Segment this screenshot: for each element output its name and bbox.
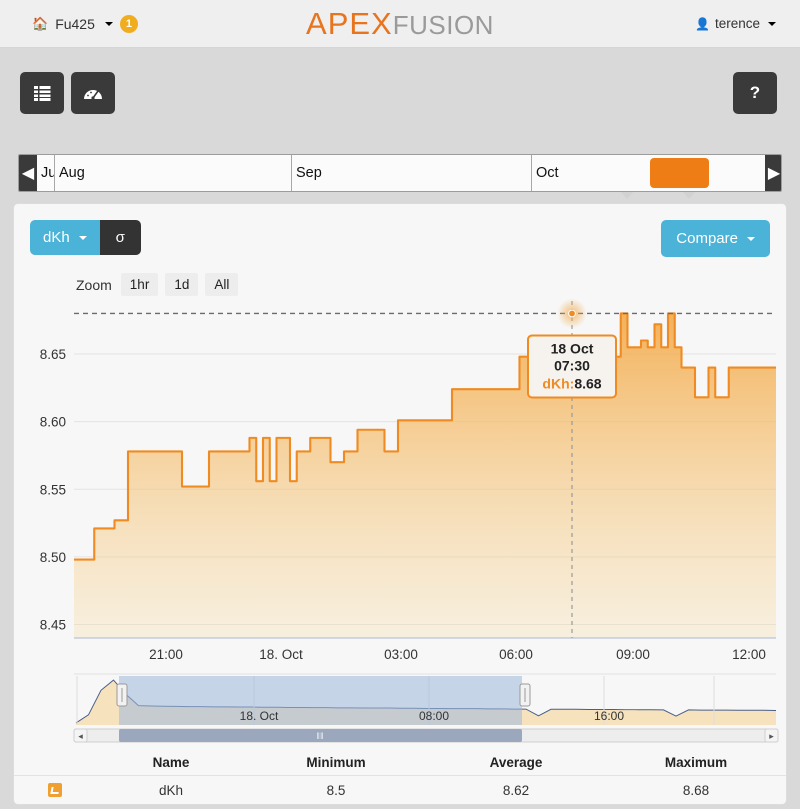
navigator-tick-label: 18. Oct — [240, 709, 279, 723]
navigator-scrollbar: ‖‖ ◂ ▸ — [73, 728, 779, 743]
y-axis-tick-label: 8.50 — [40, 550, 66, 565]
x-axis-tick-label: 06:00 — [499, 647, 533, 662]
timeline-segment-label: Oct — [536, 165, 559, 181]
list-icon — [33, 85, 51, 101]
header-minimum: Minimum — [306, 754, 366, 770]
aquarium-name: Fu425 — [55, 15, 95, 32]
timeline-segment-label: Sep — [296, 165, 322, 181]
x-axis-tick-label: 12:00 — [732, 647, 766, 662]
row-minimum: 8.5 — [326, 782, 346, 798]
top-navbar: 🏠 Fu425 1 APEXFUSION 👤 terence — [0, 0, 800, 48]
timeline-next-button[interactable]: ▶ — [765, 155, 781, 191]
tooltip-metric: dKh: — [542, 375, 574, 391]
table-row[interactable]: dKh 8.5 8.62 8.68 — [14, 776, 786, 804]
x-axis-tick-label: 21:00 — [149, 647, 183, 662]
help-button[interactable]: ? — [733, 72, 777, 114]
tooltip-value-row: dKh:8.68 — [542, 375, 601, 391]
summary-table: Name Minimum Average Maximum dKh 8.5 8.6… — [13, 749, 787, 805]
header-maximum: Maximum — [664, 754, 728, 770]
header-average: Average — [489, 754, 543, 770]
y-axis-tick-label: 8.65 — [40, 347, 66, 362]
username-label: terence — [714, 16, 760, 31]
table-header-row: Name Minimum Average Maximum — [14, 749, 786, 776]
scrollbar-grip-icon: ‖‖ — [316, 731, 323, 741]
tooltip-time: 07:30 — [554, 357, 590, 373]
timeline-prev-button[interactable]: ◀ — [19, 155, 37, 191]
notification-badge[interactable]: 1 — [119, 14, 138, 33]
x-axis-tick-label: 09:00 — [616, 647, 650, 662]
navigator-tick-label: 16:00 — [594, 709, 624, 723]
user-icon: 👤 — [695, 16, 710, 31]
chart-navigator: 18. Oct 08:00 16:00 — [74, 673, 777, 725]
left-arrow-icon: ◀ — [21, 165, 35, 182]
row-average: 8.62 — [502, 782, 530, 798]
timeline-selection-handle[interactable] — [650, 158, 709, 188]
toolbar-area: ? 10/11 10/18 — [0, 48, 800, 199]
series-area-dkh — [74, 313, 776, 638]
dashboard-icon — [83, 85, 103, 101]
timeline-segment-jul[interactable]: Ju — [37, 155, 55, 191]
y-axis-tick-label: 8.45 — [40, 617, 66, 632]
brand-apex: APEX — [306, 6, 393, 41]
scroll-right-icon: ▸ — [769, 731, 774, 741]
x-axis-tick-label: 18. Oct — [259, 647, 303, 662]
list-view-button[interactable] — [20, 72, 64, 114]
chevron-down-icon — [104, 21, 113, 26]
row-maximum: 8.68 — [682, 782, 710, 798]
timeline-range-selector[interactable]: ◀ Ju Aug Sep Oct ▶ — [18, 154, 782, 192]
brand-fusion: FUSION — [392, 10, 494, 40]
chart-tooltip: 18 Oct07:30 dKh:8.68 — [527, 334, 617, 399]
aquarium-selector[interactable]: 🏠 Fu425 1 — [32, 14, 138, 33]
home-icon: 🏠 — [32, 16, 49, 31]
chart-card: dKh σ Compare Zoom 1hr 1d All 8.45 8.50 8.… — [13, 203, 787, 769]
navigator-selection — [119, 676, 522, 725]
y-axis-tick-label: 8.60 — [40, 415, 66, 430]
timeline-segment-label: Ju — [41, 165, 55, 181]
timeline-segment-label: Aug — [59, 165, 85, 181]
x-axis-tick-label: 03:00 — [384, 647, 418, 662]
header-name: Name — [152, 754, 190, 770]
dashboard-button[interactable] — [71, 72, 115, 114]
row-name: dKh — [158, 782, 184, 798]
question-mark-icon: ? — [749, 83, 761, 102]
timeline-segment-oct[interactable]: Oct — [532, 155, 765, 191]
right-arrow-icon: ▶ — [767, 165, 781, 182]
scroll-left-icon: ◂ — [78, 731, 83, 741]
timeline-segment-sep[interactable]: Sep — [292, 155, 532, 191]
highlighted-data-point — [568, 309, 576, 318]
navigator-tick-label: 08:00 — [419, 709, 449, 723]
tooltip-date: 18 Oct — [551, 340, 594, 356]
y-axis-tick-label: 8.55 — [40, 482, 66, 497]
timeline-track[interactable]: Ju Aug Sep Oct — [37, 155, 765, 191]
user-menu[interactable]: 👤 terence — [695, 16, 776, 31]
chevron-down-icon — [768, 21, 776, 26]
series-swatch-icon — [48, 783, 62, 797]
row-legend-cell — [14, 783, 96, 797]
chart-plot-area[interactable]: 8.45 8.50 8.55 8.60 8.65 21:00 18. Oct 03:00 06:… — [14, 204, 788, 770]
dkh-area-chart[interactable]: 8.45 8.50 8.55 8.60 8.65 21:00 18. Oct 03:00 06:… — [14, 204, 788, 770]
timeline-segment-aug[interactable]: Aug — [55, 155, 292, 191]
tooltip-value: 8.68 — [574, 375, 601, 391]
